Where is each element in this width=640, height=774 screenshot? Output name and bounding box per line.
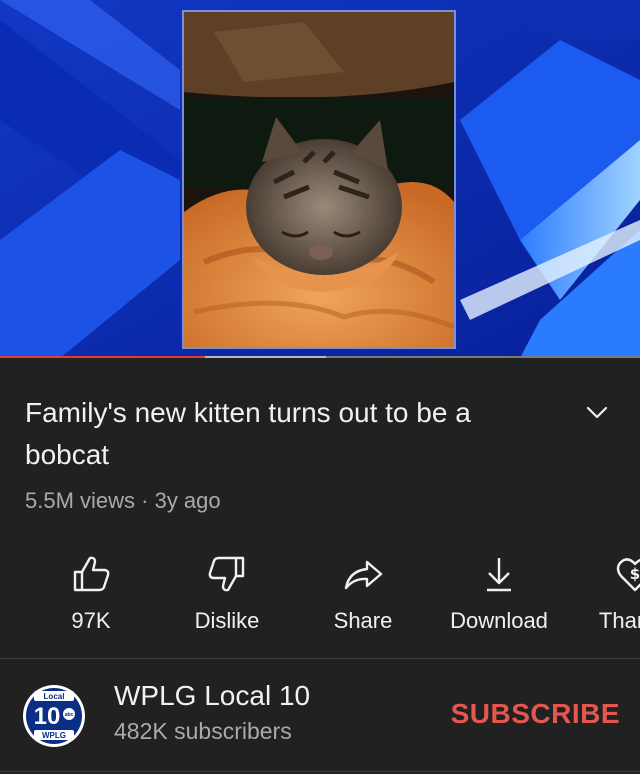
video-player[interactable]: [0, 0, 640, 358]
channel-subscribers: 482K subscribers: [114, 718, 292, 744]
video-title[interactable]: Family's new kitten turns out to be a bo…: [25, 392, 545, 476]
share-button[interactable]: Share: [298, 548, 428, 648]
thumbs-up-icon: [73, 556, 110, 592]
share-label: Share: [333, 608, 393, 633]
action-bar: 97K Dislike Share Download $ Thanks: [0, 548, 640, 648]
download-button[interactable]: Download: [434, 548, 564, 648]
like-count: 97K: [71, 608, 111, 633]
share-icon: [344, 560, 383, 590]
logo-local-text: Local: [44, 692, 65, 701]
thanks-label: Thanks: [598, 608, 640, 633]
channel-name[interactable]: WPLG Local 10: [114, 680, 310, 712]
channel-avatar[interactable]: Local 10 abc WPLG: [22, 684, 86, 748]
chevron-down-icon[interactable]: [584, 402, 610, 422]
logo-network-text: abc: [65, 712, 74, 718]
logo-wplg-text: WPLG: [42, 731, 66, 740]
divider: [0, 771, 640, 772]
thanks-button[interactable]: $ Thanks: [570, 548, 640, 648]
download-label: Download: [450, 608, 548, 633]
divider: [0, 658, 640, 659]
dislike-label: Dislike: [194, 608, 260, 633]
video-progress-bar[interactable]: [0, 356, 640, 358]
like-button[interactable]: 97K: [26, 548, 156, 648]
video-thumbnail: [182, 10, 456, 349]
dislike-button[interactable]: Dislike: [162, 548, 292, 648]
video-progress-fill: [0, 356, 205, 358]
svg-text:$: $: [630, 565, 640, 583]
subscribe-button[interactable]: SUBSCRIBE: [420, 692, 620, 736]
thanks-heart-icon: $: [616, 558, 640, 592]
video-meta[interactable]: 5.5M views · 3y ago: [25, 488, 221, 514]
logo-number-text: 10: [34, 703, 61, 730]
download-icon: [487, 558, 511, 592]
thumbs-down-icon: [208, 556, 245, 592]
